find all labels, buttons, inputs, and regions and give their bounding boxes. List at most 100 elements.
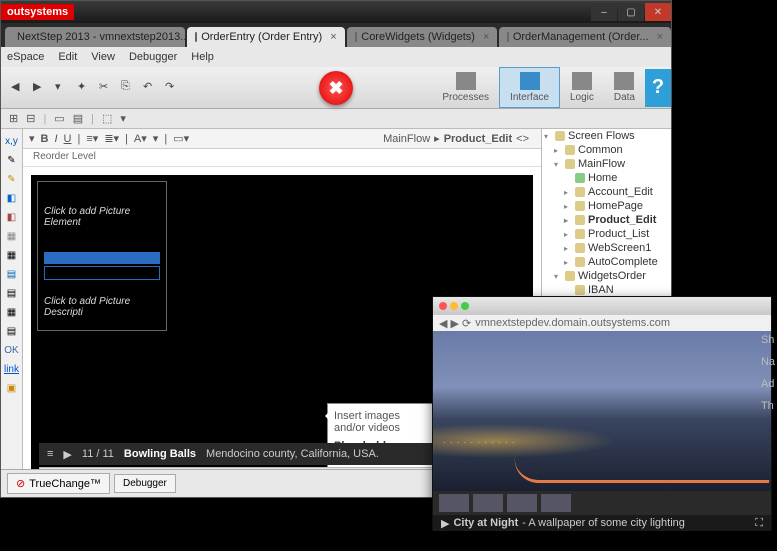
- truechange-tab[interactable]: ⊘TrueChange™: [7, 473, 110, 494]
- help-button[interactable]: ?: [645, 69, 671, 107]
- play-icon[interactable]: ▶: [441, 517, 449, 530]
- link-icon[interactable]: link: [4, 361, 20, 377]
- menu-item[interactable]: Help: [191, 51, 214, 63]
- tree-item[interactable]: ▾WidgetsOrder: [542, 269, 671, 283]
- color-button[interactable]: A▾: [134, 132, 147, 145]
- close-icon[interactable]: ×: [483, 31, 489, 43]
- tool-dropdown[interactable]: ▾: [120, 112, 126, 125]
- thumbnail[interactable]: [439, 494, 469, 512]
- palette-icon[interactable]: ▤: [4, 285, 20, 301]
- tool-icon[interactable]: ▤: [73, 112, 83, 125]
- tool-icon[interactable]: ⊞: [9, 112, 18, 125]
- palette-icon[interactable]: ▤: [4, 323, 20, 339]
- mode-tab-processes[interactable]: Processes: [432, 68, 499, 107]
- tree-item[interactable]: Home: [542, 171, 671, 185]
- palette-icon[interactable]: ▦: [4, 304, 20, 320]
- document-tab[interactable]: OrderManagement (Order...×: [499, 27, 671, 47]
- close-icon[interactable]: [439, 302, 447, 310]
- menu-item[interactable]: Edit: [58, 51, 77, 63]
- minimize-icon[interactable]: [450, 302, 458, 310]
- tool-icon[interactable]: ⊟: [26, 112, 35, 125]
- tool-button[interactable]: ✦: [77, 80, 93, 96]
- picture-input[interactable]: [44, 266, 160, 280]
- breadcrumb-item[interactable]: Product_Edit: [444, 133, 512, 145]
- back-button[interactable]: ◀: [11, 80, 27, 96]
- palette-icon[interactable]: ▦: [4, 247, 20, 263]
- close-icon[interactable]: ×: [330, 31, 336, 43]
- tree-item[interactable]: ▸WebScreen1: [542, 241, 671, 255]
- italic-button[interactable]: I: [54, 133, 57, 145]
- expand-icon[interactable]: ▸: [564, 202, 572, 211]
- bold-button[interactable]: B: [41, 133, 49, 145]
- palette-icon[interactable]: ▣: [4, 380, 20, 396]
- palette-icon[interactable]: ◧: [4, 190, 20, 206]
- breadcrumb-item[interactable]: MainFlow: [383, 133, 430, 145]
- thumbnail[interactable]: [473, 494, 503, 512]
- stop-button[interactable]: ✖: [319, 71, 353, 105]
- mode-tab-data[interactable]: Data: [604, 68, 645, 107]
- list-button[interactable]: ≣▾: [104, 132, 119, 145]
- debugger-tab[interactable]: Debugger: [114, 474, 176, 493]
- expand-icon[interactable]: ▸: [564, 216, 572, 225]
- style-button[interactable]: ▾: [153, 132, 159, 145]
- expand-icon[interactable]: ▾: [544, 132, 552, 141]
- picture-element-widget[interactable]: Click to add Picture Element Click to ad…: [37, 181, 167, 331]
- tool-button-2[interactable]: ✂: [99, 80, 115, 96]
- tool-icon[interactable]: ⬚: [102, 112, 112, 125]
- tool-icon[interactable]: ▭: [54, 112, 64, 125]
- forward-button[interactable]: ▶: [33, 80, 49, 96]
- fullscreen-icon[interactable]: ⛶: [755, 517, 763, 530]
- picture-title-bar[interactable]: [44, 252, 160, 264]
- thumbnail[interactable]: [541, 494, 571, 512]
- thumbnail[interactable]: [507, 494, 537, 512]
- expand-icon[interactable]: ▸: [564, 258, 572, 267]
- url-bar[interactable]: ◀ ▶ ⟳ vmnextstepdev.domain.outsystems.co…: [433, 315, 771, 331]
- underline-button[interactable]: U: [64, 133, 72, 145]
- palette-icon[interactable]: ✎: [4, 152, 20, 168]
- tree-item[interactable]: IBAN: [542, 283, 671, 297]
- slideshow-image[interactable]: [433, 331, 771, 491]
- document-tab[interactable]: CoreWidgets (Widgets)×: [347, 27, 498, 47]
- close-icon[interactable]: ×: [657, 31, 663, 43]
- palette-icon[interactable]: ▤: [4, 266, 20, 282]
- undo-button[interactable]: ↶: [143, 80, 159, 96]
- document-tab[interactable]: NextStep 2013 - vmnextstep2013...×: [5, 27, 185, 47]
- expand-icon[interactable]: ▸: [554, 146, 562, 155]
- palette-icon[interactable]: ◧: [4, 209, 20, 225]
- expand-icon[interactable]: ▾: [554, 160, 562, 169]
- expand-icon[interactable]: ▸: [564, 188, 572, 197]
- minimize-button[interactable]: –: [591, 3, 617, 21]
- tool-button-3[interactable]: ⎘: [121, 80, 137, 96]
- expand-icon[interactable]: ▾: [554, 272, 562, 281]
- menu-item[interactable]: Debugger: [129, 51, 177, 63]
- palette-icon[interactable]: ▦: [4, 228, 20, 244]
- tree-item[interactable]: ▸Account_Edit: [542, 185, 671, 199]
- tree-item[interactable]: ▾Screen Flows: [542, 129, 671, 143]
- mode-tab-interface[interactable]: Interface: [499, 67, 560, 108]
- font-dropdown[interactable]: ▾: [29, 132, 35, 145]
- tree-item[interactable]: ▾MainFlow: [542, 157, 671, 171]
- dropdown-button[interactable]: ▾: [55, 80, 71, 96]
- palette-icon[interactable]: OK: [4, 342, 20, 358]
- align-button[interactable]: ≡▾: [86, 132, 98, 145]
- menu-item[interactable]: View: [91, 51, 115, 63]
- menu-item[interactable]: eSpace: [7, 51, 44, 63]
- layout-button[interactable]: ▭▾: [173, 132, 189, 145]
- mode-tab-logic[interactable]: Logic: [560, 68, 604, 107]
- palette-icon[interactable]: x,y: [4, 133, 20, 149]
- tree-item[interactable]: ▸Product_Edit: [542, 213, 671, 227]
- maximize-button[interactable]: ▢: [618, 3, 644, 21]
- redo-button[interactable]: ↷: [165, 80, 181, 96]
- maximize-icon[interactable]: [461, 302, 469, 310]
- tree-item[interactable]: ▸Product_List: [542, 227, 671, 241]
- expand-icon[interactable]: ▸: [564, 230, 572, 239]
- palette-icon[interactable]: ✎: [4, 171, 20, 187]
- menu-icon[interactable]: ≡: [47, 448, 53, 460]
- close-button[interactable]: ✕: [645, 3, 671, 21]
- expand-icon[interactable]: ▸: [564, 244, 572, 253]
- tree-item[interactable]: ▸HomePage: [542, 199, 671, 213]
- document-tab[interactable]: OrderEntry (Order Entry)×: [187, 27, 345, 47]
- tree-item[interactable]: ▸AutoComplete: [542, 255, 671, 269]
- tree-item[interactable]: ▸Common: [542, 143, 671, 157]
- play-icon[interactable]: ▶: [63, 448, 71, 461]
